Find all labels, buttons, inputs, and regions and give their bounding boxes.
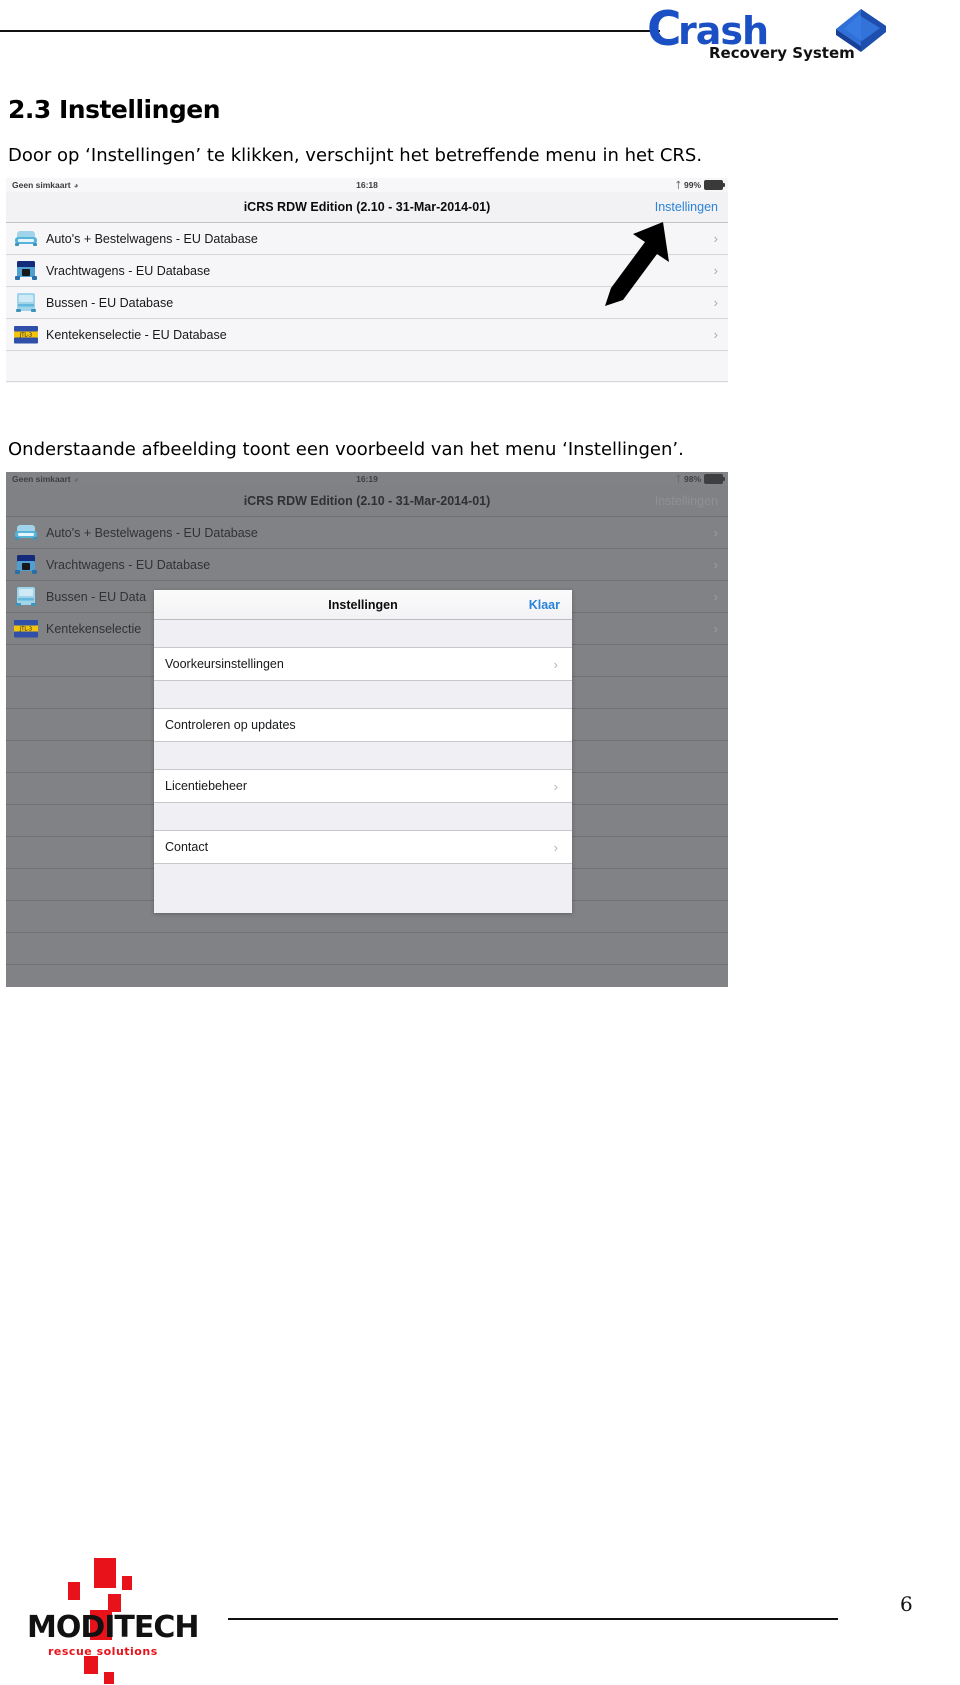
list-item-label: Kentekenselectie [46,621,142,636]
list-item-label: Auto's + Bestelwagens - EU Database [46,525,258,540]
app-title: iCRS RDW Edition (2.10 - 31-Mar-2014-01) [243,200,491,214]
chevron-right-icon: › [553,656,558,672]
popover-spacer [154,742,572,770]
battery-icon [704,180,725,190]
done-button[interactable]: Klaar [529,598,560,612]
blue-cube-icon [833,6,889,62]
example-paragraph: Onderstaande afbeelding toont een voorbe… [8,439,684,460]
chevron-right-icon: › [713,557,718,572]
battery-percent-label: 98% [683,474,701,484]
footer-divider [228,1618,838,1620]
bluetooth-icon: ᛏ [675,180,681,190]
black-arrow-icon [605,222,671,314]
popover-header: Instellingen Klaar [154,590,572,620]
list-item-label: Bussen - EU Database [46,295,174,310]
chevron-right-icon: › [553,839,558,855]
status-bar: Geen simkaart ◕ 16:19 ᛏ 98% [6,472,728,486]
list-item[interactable]: JTL-3 Kentekenselectie - EU Database › [6,319,728,351]
popover-item-voorkeursinstellingen[interactable]: Voorkeursinstellingen › [154,648,572,681]
popover-spacer [154,803,572,831]
popover-item-contact[interactable]: Contact › [154,831,572,864]
status-bar-right: ᛏ 99% [675,180,725,190]
list-empty-row [6,351,728,382]
chevron-right-icon: › [713,621,718,636]
page-number: 6 [900,1592,913,1616]
chevron-right-icon: › [713,327,718,342]
battery-percent-label: 99% [683,180,701,190]
popover-spacer [154,681,572,709]
svg-text:JTL-3: JTL-3 [19,332,32,338]
bluetooth-icon: ᛏ [675,474,681,484]
chevron-right-icon: › [713,263,718,278]
licenseplate-icon: JTL-3 [6,619,46,639]
list-item-label: Vrachtwagens - EU Database [46,263,211,278]
nav-bar: iCRS RDW Edition (2.10 - 31-Mar-2014-01)… [6,192,728,223]
bus-icon [6,586,46,608]
battery-icon [704,474,725,484]
car-icon [6,523,46,543]
settings-button[interactable]: Instellingen [655,494,718,508]
popover-item-label: Licentiebeheer [165,779,248,793]
chevron-right-icon: › [553,778,558,794]
list-item-label: Vrachtwagens - EU Database [46,557,211,572]
app-title: iCRS RDW Edition (2.10 - 31-Mar-2014-01) [243,494,491,508]
chevron-right-icon: › [713,525,718,540]
popover-item-label: Voorkeursinstellingen [165,657,284,671]
popover-title: Instellingen [328,597,398,612]
truck-icon [6,554,46,576]
moditech-wordmark: MODITECH [27,1610,200,1645]
popover-item-label: Contact [165,840,209,854]
bus-icon [6,292,46,314]
chevron-right-icon: › [713,295,718,310]
chevron-right-icon: › [713,231,718,246]
popover-item-controleren-op-updates[interactable]: Controleren op updates [154,709,572,742]
chevron-right-icon: › [713,589,718,604]
popover-bottom-spacer [154,864,572,912]
list-item-label: Kentekenselectie - EU Database [46,327,227,342]
list-item[interactable]: Vrachtwagens - EU Database › [6,549,728,581]
page-title: 2.3 Instellingen [8,94,221,124]
list-item[interactable]: Auto's + Bestelwagens - EU Database › [6,517,728,549]
car-icon [6,229,46,249]
page-footer: MODITECH rescue solutions 6 [0,1558,960,1684]
nav-bar: iCRS RDW Edition (2.10 - 31-Mar-2014-01)… [6,486,728,517]
status-bar-right: ᛏ 98% [675,474,725,484]
moditech-logo: MODITECH rescue solutions [22,1550,222,1684]
truck-icon [6,260,46,282]
page-header: C rash Recovery System [0,0,960,66]
popover-item-label: Controleren op updates [165,718,296,732]
header-divider [0,30,660,32]
licenseplate-icon: JTL-3 [6,325,46,345]
list-item-label: Auto's + Bestelwagens - EU Database [46,231,258,246]
moditech-tagline: rescue solutions [48,1645,158,1658]
list-item-label: Bussen - EU Data [46,589,147,604]
settings-button[interactable]: Instellingen [655,200,718,214]
logo-initial: C [647,2,681,57]
svg-text:JTL-3: JTL-3 [19,626,32,632]
document-page: C rash Recovery System 2.3 Instellingen … [0,0,960,1685]
crash-recovery-system-logo: C rash Recovery System [645,2,890,64]
list-empty-row [6,965,728,987]
popover-top-spacer [154,620,572,648]
status-bar: Geen simkaart ◕ 16:18 ᛏ 99% [6,178,728,192]
intro-paragraph: Door op ‘Instellingen’ te klikken, versc… [8,145,703,166]
clock-label: 16:19 [356,474,378,484]
list-empty-row [6,933,728,965]
list-bottom-space [6,382,728,383]
clock-label: 16:18 [356,180,378,190]
settings-popover: Instellingen Klaar Voorkeursinstellingen… [154,590,572,913]
popover-item-licentiebeheer[interactable]: Licentiebeheer › [154,770,572,803]
